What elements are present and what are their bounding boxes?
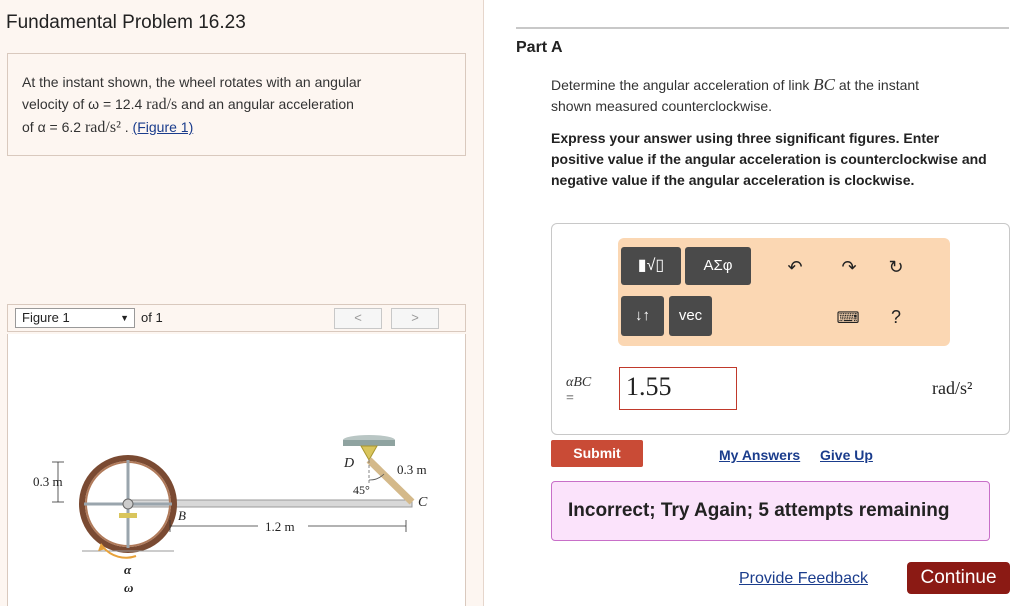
problem-line-2-tail: and an angular acceleration <box>181 96 354 112</box>
submit-button[interactable]: Submit <box>551 440 643 467</box>
give-up-link[interactable]: Give Up <box>820 447 873 463</box>
continue-button[interactable]: Continue <box>907 562 1010 594</box>
answer-panel: Part A Determine the angular acceleratio… <box>484 0 1014 606</box>
problem-statement: At the instant shown, the wheel rotates … <box>7 53 466 156</box>
help-button[interactable]: ? <box>884 307 908 328</box>
omega-unit: rad/s <box>146 96 178 113</box>
link-length-label: 0.3 m <box>397 462 427 477</box>
omega-label: ω <box>124 580 133 595</box>
problem-line-3: of α = 6.2 rad/s² . (Figure 1) <box>22 116 451 139</box>
wheel-radius-label: 0.3 m <box>33 474 63 489</box>
undo-icon[interactable]: ↶ <box>783 257 807 278</box>
rod-length-label: 1.2 m <box>265 519 295 534</box>
sort-button[interactable]: ↓↑ <box>621 296 664 336</box>
answer-variable: αBC <box>566 375 592 390</box>
divider <box>516 27 1009 29</box>
redo-icon[interactable]: ↷ <box>837 257 861 278</box>
math-toolbar: ▮√▯ ΑΣφ ↶ ↷ ↻ ↓↑ vec ⌨ ? <box>618 238 950 346</box>
question-text: Determine the angular acceleration of li… <box>551 74 1001 117</box>
problem-panel: Fundamental Problem 16.23 At the instant… <box>0 0 484 606</box>
figure-select-value: Figure 1 <box>22 310 70 325</box>
next-figure-button[interactable]: > <box>391 308 439 329</box>
greek-button[interactable]: ΑΣφ <box>685 247 751 285</box>
problem-line-2: velocity of ω = 12.4 rad/s and an angula… <box>22 93 451 116</box>
question-post: at the instant <box>838 77 920 93</box>
alpha-value: of α = 6.2 <box>22 119 82 135</box>
part-title: Part A <box>516 39 563 56</box>
keyboard-icon[interactable]: ⌨ <box>836 308 860 328</box>
problem-title: Fundamental Problem 16.23 <box>6 12 246 33</box>
figure-count: of 1 <box>141 310 163 325</box>
question-var: BC <box>813 75 835 94</box>
answer-box: ▮√▯ ΑΣφ ↶ ↷ ↻ ↓↑ vec ⌨ ? αBC = 1.55 rad/… <box>551 223 1010 435</box>
answer-equals: = <box>566 391 574 406</box>
answer-unit: rad/s² <box>932 378 973 398</box>
reset-icon[interactable]: ↻ <box>884 257 908 278</box>
problem-line-1: At the instant shown, the wheel rotates … <box>22 74 362 90</box>
alpha-unit: rad/s² <box>84 119 121 136</box>
prev-figure-button[interactable]: < <box>334 308 382 329</box>
alpha-label: α <box>124 562 132 577</box>
answer-instructions: Express your answer using three signific… <box>551 130 987 188</box>
chevron-down-icon: ▼ <box>120 313 129 323</box>
figure-navigation: Figure 1 ▼ of 1 < > <box>7 304 466 332</box>
answer-input[interactable]: 1.55 <box>619 367 737 410</box>
templates-button[interactable]: ▮√▯ <box>621 247 681 285</box>
point-c-label: C <box>418 495 428 510</box>
point-d-label: D <box>343 456 354 471</box>
question-line-2: shown measured counterclockwise. <box>551 98 772 114</box>
feedback-message: Incorrect; Try Again; 5 attempts remaini… <box>551 481 990 541</box>
answer-label: αBC = <box>566 375 591 407</box>
figure-link[interactable]: (Figure 1) <box>133 119 194 135</box>
figure-image: 0.3 m 1.2 m 0.3 m 45° D C B α ω <box>7 334 466 606</box>
my-answers-link[interactable]: My Answers <box>719 447 800 463</box>
omega-value: velocity of ω = 12.4 <box>22 96 143 112</box>
angle-label: 45° <box>353 483 370 497</box>
mechanism-diagram: 0.3 m 1.2 m 0.3 m 45° D C B α ω <box>33 435 428 595</box>
sentence-period: . <box>124 119 129 135</box>
question-pre: Determine the angular acceleration of li… <box>551 77 810 93</box>
point-b-label: B <box>178 508 186 523</box>
wheel-icon <box>79 455 177 553</box>
templates-icon: ▮√▯ <box>637 257 665 274</box>
figure-select[interactable]: Figure 1 ▼ <box>15 308 135 328</box>
vec-button[interactable]: vec <box>669 296 712 336</box>
provide-feedback-link[interactable]: Provide Feedback <box>739 570 868 588</box>
